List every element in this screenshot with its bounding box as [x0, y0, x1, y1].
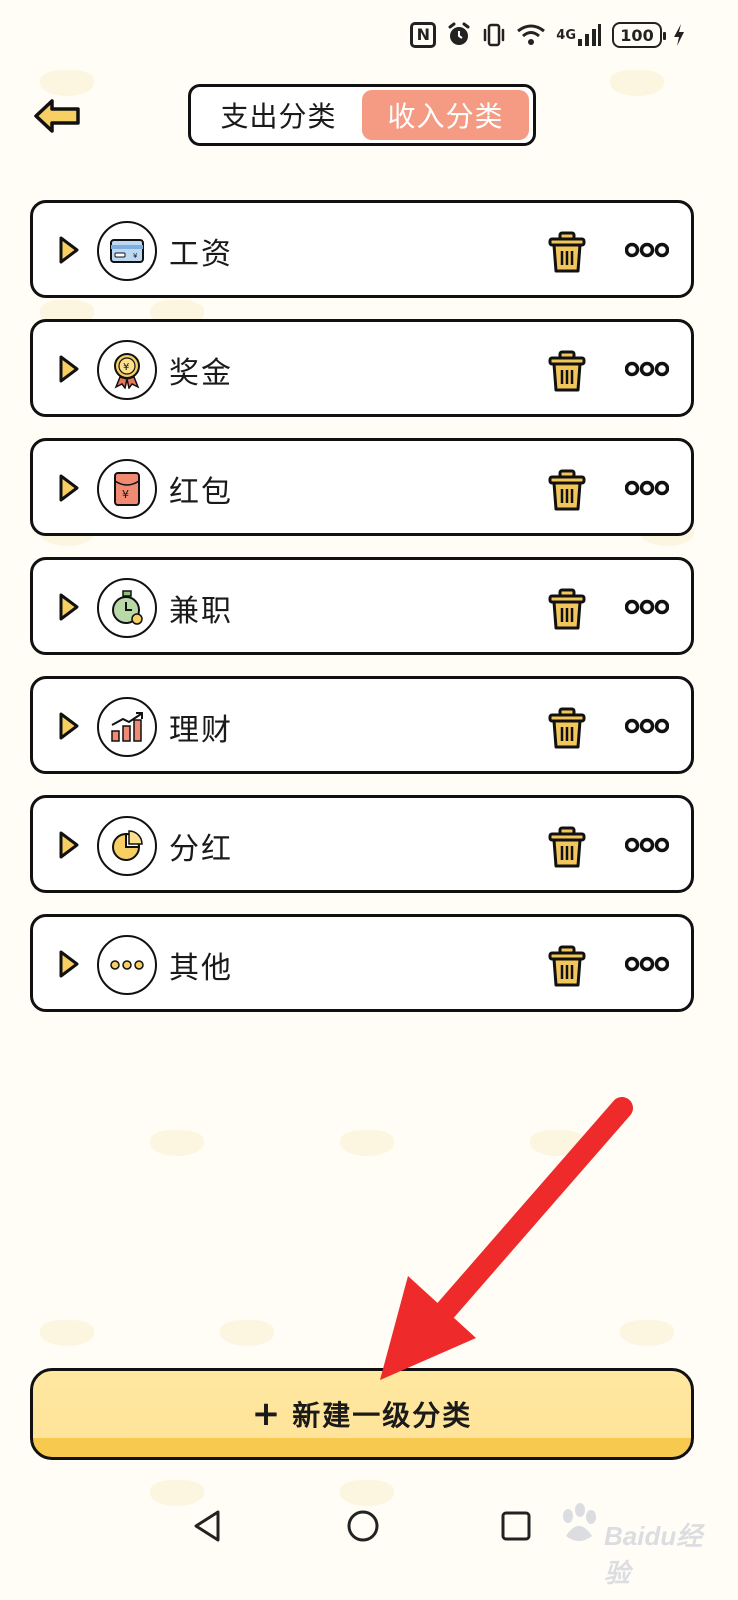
trash-icon[interactable] [547, 707, 587, 749]
more-options-icon[interactable] [625, 358, 669, 380]
category-row-red-envelope[interactable]: ¥ 红包 [30, 438, 694, 536]
more-options-icon[interactable] [625, 477, 669, 499]
category-label: 红包 [169, 475, 233, 510]
more-options-icon[interactable] [625, 596, 669, 618]
category-label: 分红 [169, 832, 233, 867]
annotation-arrow-icon [380, 1097, 633, 1380]
category-label: 工资 [169, 237, 233, 272]
battery-level: 100 [620, 25, 654, 45]
new-category-label: 新建一级分类 [292, 1399, 473, 1432]
red-envelope-icon: ¥ [97, 459, 157, 519]
part-time-stopwatch-icon [97, 578, 157, 638]
tab-income-categories[interactable]: 收入分类 [362, 90, 529, 140]
plus-icon: + [251, 1394, 283, 1434]
trash-icon[interactable] [547, 945, 587, 987]
signal-icon: 4G [556, 20, 602, 50]
trash-icon[interactable] [547, 231, 587, 273]
category-label: 理财 [169, 713, 233, 748]
trash-icon[interactable] [547, 469, 587, 511]
svg-text:¥: ¥ [133, 252, 138, 260]
svg-text:¥: ¥ [123, 362, 129, 373]
trash-icon[interactable] [547, 826, 587, 868]
expand-triangle-icon[interactable] [57, 711, 81, 741]
baidu-watermark: Baidu经验 [556, 1502, 716, 1588]
investment-chart-icon [97, 697, 157, 757]
network-type: 4G [556, 27, 576, 43]
category-label: 其他 [169, 951, 233, 986]
expand-triangle-icon[interactable] [57, 354, 81, 384]
dividend-pie-icon [97, 816, 157, 876]
category-row-other[interactable]: 其他 [30, 914, 694, 1012]
new-category-button[interactable]: + 新建一级分类 [30, 1368, 694, 1460]
category-row-salary[interactable]: ¥ 工资 [30, 200, 694, 298]
expand-triangle-icon[interactable] [57, 235, 81, 265]
more-options-icon[interactable] [625, 834, 669, 856]
nfc-icon: N [410, 22, 437, 48]
more-options-icon[interactable] [625, 239, 669, 261]
category-type-toggle: 支出分类 收入分类 [188, 84, 536, 146]
charging-icon [672, 20, 686, 50]
nav-home-icon[interactable] [343, 1506, 383, 1546]
category-row-dividend[interactable]: 分红 [30, 795, 694, 893]
trash-icon[interactable] [547, 588, 587, 630]
expand-triangle-icon[interactable] [57, 830, 81, 860]
alarm-icon [446, 20, 472, 50]
bonus-medal-icon: ¥ [97, 340, 157, 400]
category-row-part-time[interactable]: 兼职 [30, 557, 694, 655]
trash-icon[interactable] [547, 350, 587, 392]
more-options-icon[interactable] [625, 953, 669, 975]
nav-back-icon[interactable] [188, 1506, 228, 1546]
expand-triangle-icon[interactable] [57, 949, 81, 979]
other-dots-icon [97, 935, 157, 995]
vibrate-icon [482, 20, 506, 50]
nav-recents-icon[interactable] [496, 1506, 536, 1546]
category-label: 兼职 [169, 594, 233, 629]
expand-triangle-icon[interactable] [57, 592, 81, 622]
more-options-icon[interactable] [625, 715, 669, 737]
status-bar: N 4G 100 [410, 18, 686, 52]
svg-text:¥: ¥ [122, 488, 129, 501]
watermark-text: Baidu经验 [604, 1521, 703, 1588]
back-arrow-icon [34, 99, 80, 133]
category-row-investment[interactable]: 理财 [30, 676, 694, 774]
wifi-icon [516, 20, 546, 50]
paw-logo-icon [563, 1503, 596, 1541]
salary-card-icon: ¥ [97, 221, 157, 281]
category-row-bonus[interactable]: ¥ 奖金 [30, 319, 694, 417]
expand-triangle-icon[interactable] [57, 473, 81, 503]
tab-expense-categories[interactable]: 支出分类 [195, 90, 362, 140]
category-label: 奖金 [169, 356, 233, 391]
battery-indicator: 100 [612, 22, 666, 48]
back-button[interactable] [32, 96, 84, 136]
